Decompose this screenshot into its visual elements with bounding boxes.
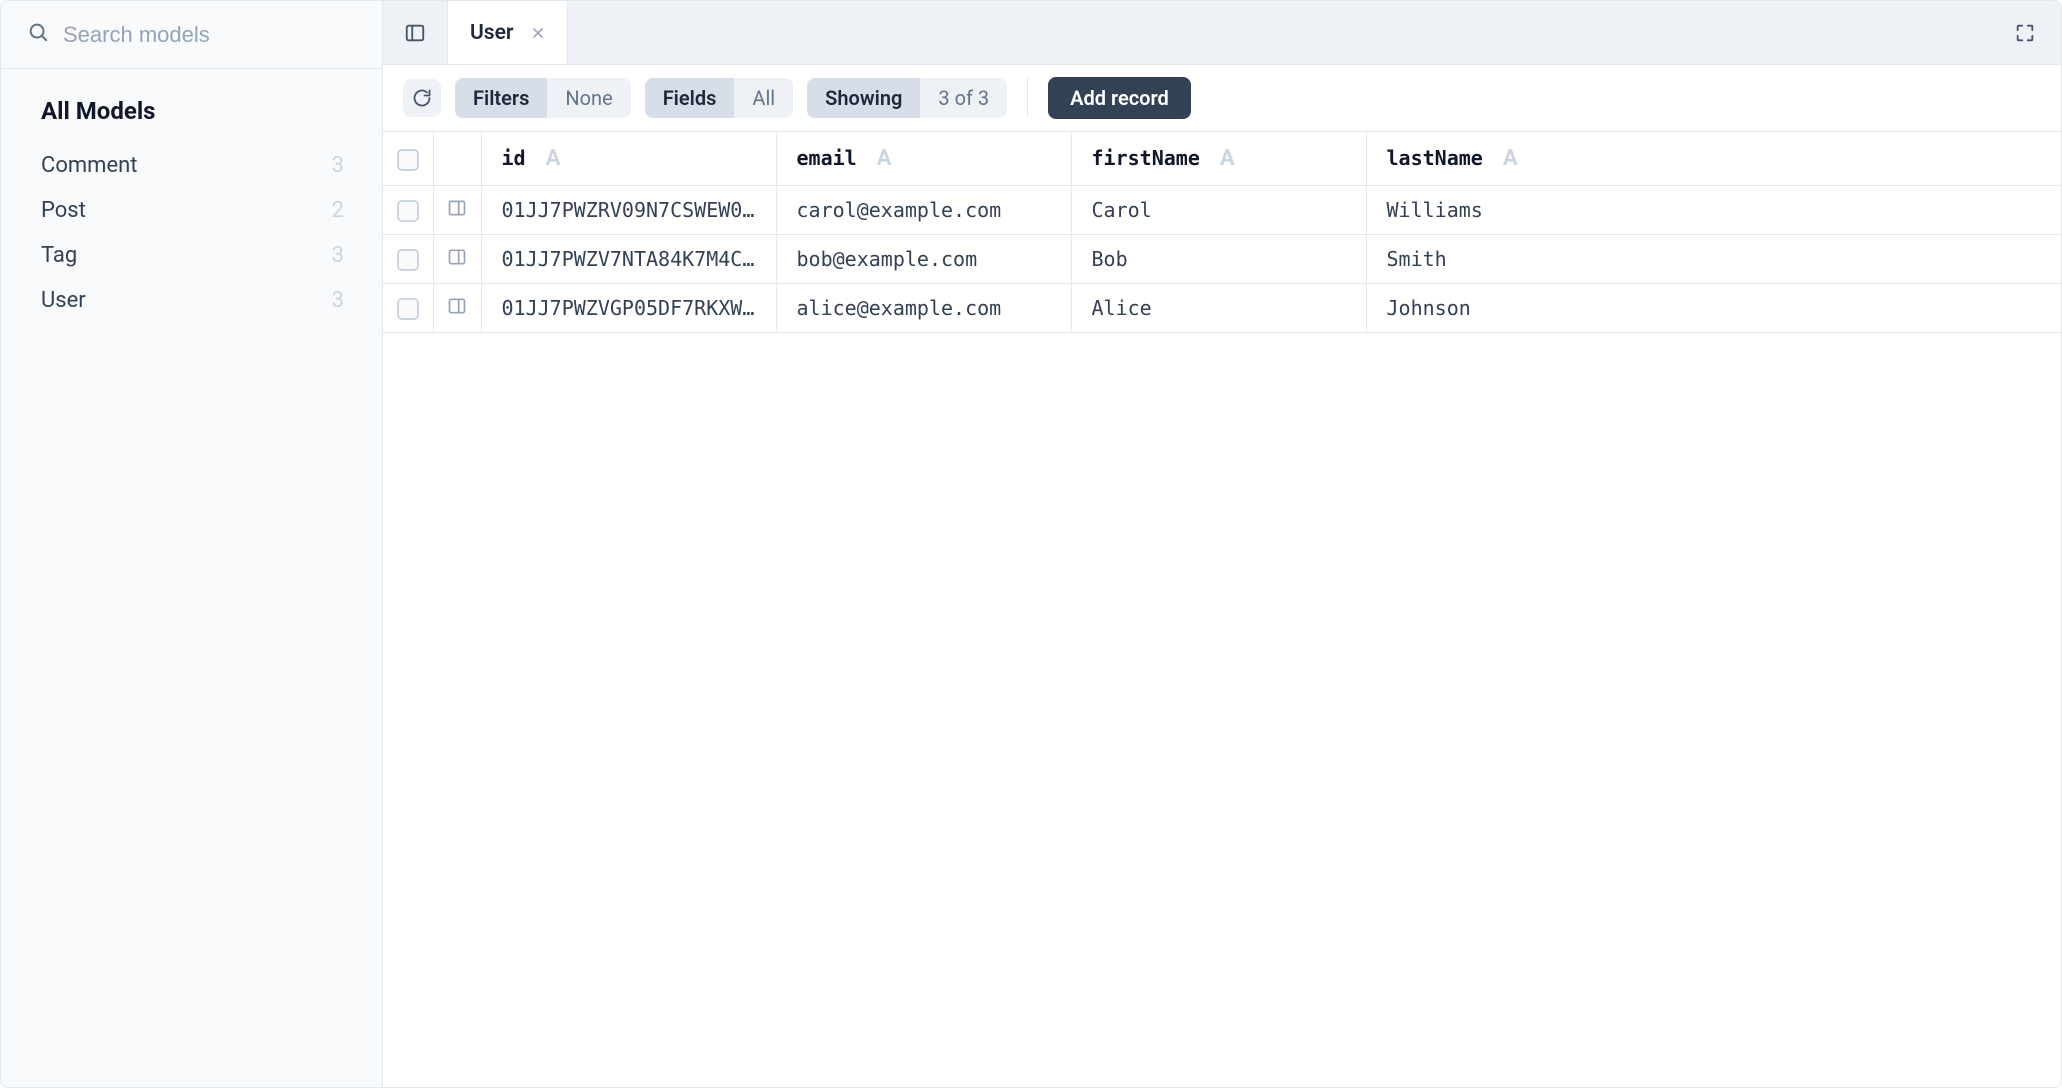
select-all-header: [383, 132, 433, 186]
sidebar-item-user[interactable]: User 3: [41, 278, 364, 323]
toolbar-divider: [1027, 78, 1028, 118]
cell-email: alice@example.com: [776, 284, 1071, 333]
cell-email: carol@example.com: [776, 186, 1071, 235]
sidebar-item-label: User: [41, 288, 86, 313]
column-header-firstname[interactable]: firstName A: [1071, 132, 1366, 186]
showing-control[interactable]: Showing 3 of 3: [807, 78, 1007, 118]
tabbar-leading: [383, 1, 448, 64]
main: User Filters None Fields Al: [383, 1, 2061, 1087]
row-checkbox[interactable]: [397, 249, 419, 271]
app-root: All Models Comment 3 Post 2 Tag 3 User 3: [0, 0, 2062, 1088]
row-checkbox[interactable]: [397, 200, 419, 222]
table-row[interactable]: 01JJ7PWZV7NTA84K7M4CP… bob@example.com B…: [383, 235, 2061, 284]
open-column-header: [433, 132, 481, 186]
filters-control[interactable]: Filters None: [455, 78, 631, 118]
sidebar-heading: All Models: [41, 97, 364, 125]
cell-lastname: Smith: [1366, 235, 2061, 284]
table-row[interactable]: 01JJ7PWZVGP05DF7RKXWY… alice@example.com…: [383, 284, 2061, 333]
column-header-email[interactable]: email A: [776, 132, 1071, 186]
fields-value: All: [734, 78, 793, 118]
refresh-button[interactable]: [403, 79, 441, 117]
select-all-checkbox[interactable]: [397, 149, 419, 171]
sidebar-item-comment[interactable]: Comment 3: [41, 143, 364, 188]
column-type-icon: A: [877, 146, 892, 171]
row-open-button[interactable]: [447, 296, 467, 316]
table-wrap: id A email A firstName A lastName: [383, 132, 2061, 1087]
toggle-sidebar-button[interactable]: [397, 15, 433, 51]
cell-id: 01JJ7PWZV7NTA84K7M4CP…: [481, 235, 776, 284]
tab-close-button[interactable]: [527, 22, 549, 44]
cell-firstname: Alice: [1071, 284, 1366, 333]
column-type-icon: A: [546, 146, 561, 171]
column-header-lastname[interactable]: lastName A: [1366, 132, 2061, 186]
column-header-id[interactable]: id A: [481, 132, 776, 186]
row-open-button[interactable]: [447, 198, 467, 218]
column-label: firstName: [1092, 146, 1200, 170]
sidebar-item-label: Tag: [41, 243, 77, 268]
row-checkbox[interactable]: [397, 298, 419, 320]
cell-email: bob@example.com: [776, 235, 1071, 284]
column-label: lastName: [1387, 146, 1483, 170]
add-record-button[interactable]: Add record: [1048, 77, 1191, 119]
table-header-row: id A email A firstName A lastName: [383, 132, 2061, 186]
cell-lastname: Johnson: [1366, 284, 2061, 333]
sidebar-item-count: 3: [332, 153, 348, 178]
fullscreen-button[interactable]: [2007, 15, 2043, 51]
search-icon: [27, 21, 49, 48]
sidebar-item-count: 3: [332, 288, 348, 313]
column-label: email: [797, 146, 857, 170]
table-row[interactable]: 01JJ7PWZRV09N7CSWEW0G… carol@example.com…: [383, 186, 2061, 235]
sidebar-item-tag[interactable]: Tag 3: [41, 233, 364, 278]
fields-control[interactable]: Fields All: [645, 78, 793, 118]
cell-firstname: Carol: [1071, 186, 1366, 235]
search-input[interactable]: [63, 22, 356, 48]
tab-user[interactable]: User: [448, 1, 568, 64]
sidebar-item-count: 2: [332, 198, 348, 223]
cell-id: 01JJ7PWZRV09N7CSWEW0G…: [481, 186, 776, 235]
column-type-icon: A: [1503, 146, 1518, 171]
showing-label: Showing: [807, 78, 920, 118]
tabbar: User: [383, 1, 2061, 65]
sidebar-item-post[interactable]: Post 2: [41, 188, 364, 233]
records-table: id A email A firstName A lastName: [383, 132, 2061, 333]
tab-label: User: [470, 21, 513, 45]
toolbar: Filters None Fields All Showing 3 of 3 A…: [383, 65, 2061, 132]
sidebar-item-label: Post: [41, 198, 86, 223]
filters-label: Filters: [455, 78, 547, 118]
showing-value: 3 of 3: [920, 78, 1007, 118]
tabbar-trailing: [1989, 1, 2061, 64]
sidebar-item-label: Comment: [41, 153, 137, 178]
sidebar-content: All Models Comment 3 Post 2 Tag 3 User 3: [1, 69, 382, 323]
cell-id: 01JJ7PWZVGP05DF7RKXWY…: [481, 284, 776, 333]
sidebar: All Models Comment 3 Post 2 Tag 3 User 3: [1, 1, 383, 1087]
cell-firstname: Bob: [1071, 235, 1366, 284]
filters-value: None: [547, 78, 630, 118]
row-open-button[interactable]: [447, 247, 467, 267]
column-type-icon: A: [1220, 146, 1235, 171]
model-list: Comment 3 Post 2 Tag 3 User 3: [41, 143, 364, 323]
column-label: id: [502, 146, 526, 170]
cell-lastname: Williams: [1366, 186, 2061, 235]
fields-label: Fields: [645, 78, 735, 118]
search-wrap: [1, 1, 382, 69]
sidebar-item-count: 3: [332, 243, 348, 268]
